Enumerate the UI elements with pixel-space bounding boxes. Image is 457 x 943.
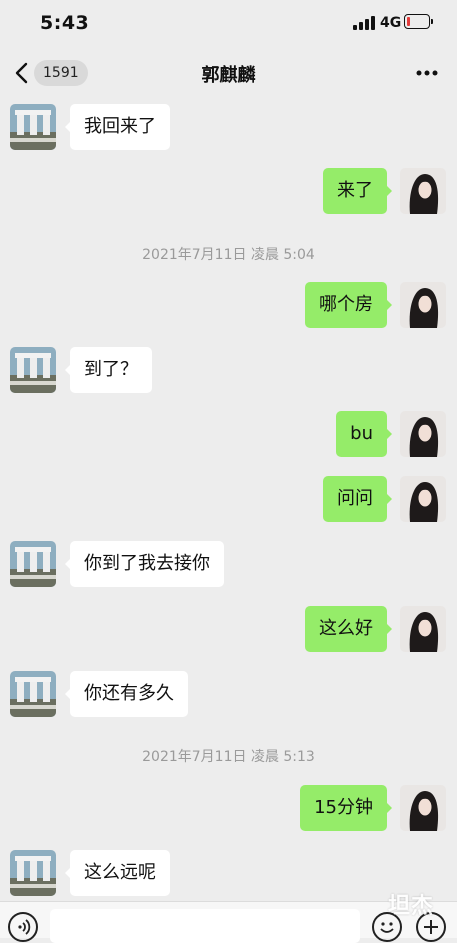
- chat-title: 郭麒麟: [201, 65, 256, 86]
- message-timestamp: 2021年7月11日 凌晨 5:13: [142, 749, 315, 765]
- my-avatar[interactable]: [400, 411, 446, 457]
- my-avatar[interactable]: [400, 606, 446, 652]
- more-icon[interactable]: [414, 64, 440, 82]
- battery-icon: [404, 14, 430, 29]
- status-bar: 5:43 4G: [0, 0, 457, 50]
- voice-icon[interactable]: [8, 912, 38, 942]
- contact-avatar[interactable]: [10, 347, 56, 393]
- contact-avatar[interactable]: [10, 541, 56, 587]
- my-avatar[interactable]: [400, 476, 446, 522]
- message-bubble[interactable]: 15分钟: [300, 785, 392, 831]
- message-bubble[interactable]: bu: [336, 411, 392, 457]
- message-bubble[interactable]: 你到了我去接你: [65, 541, 224, 587]
- watermark: 坦杰: [388, 894, 435, 919]
- message-bubble[interactable]: 这么远呢: [65, 850, 170, 896]
- my-avatar[interactable]: [400, 785, 446, 831]
- nav-bar: 1591 郭麒麟: [0, 50, 457, 96]
- signal-icon: [353, 16, 375, 30]
- contact-avatar[interactable]: [10, 671, 56, 717]
- contact-avatar[interactable]: [10, 850, 56, 896]
- my-avatar[interactable]: [400, 282, 446, 328]
- message-bubble[interactable]: 哪个房: [305, 282, 392, 328]
- network-type: 4G: [380, 15, 402, 31]
- message-bubble[interactable]: 你还有多久: [65, 671, 188, 717]
- message-bubble[interactable]: 我回来了: [65, 104, 170, 150]
- message-timestamp: 2021年7月11日 凌晨 5:04: [142, 247, 315, 263]
- status-time: 5:43: [40, 12, 90, 34]
- contact-avatar[interactable]: [10, 104, 56, 150]
- message-bubble[interactable]: 到了？: [65, 347, 152, 393]
- message-bubble[interactable]: 这么好: [305, 606, 392, 652]
- my-avatar[interactable]: [400, 168, 446, 214]
- message-bubble[interactable]: 来了: [323, 168, 392, 214]
- message-input[interactable]: [50, 909, 360, 943]
- message-bubble[interactable]: 问问: [323, 476, 392, 522]
